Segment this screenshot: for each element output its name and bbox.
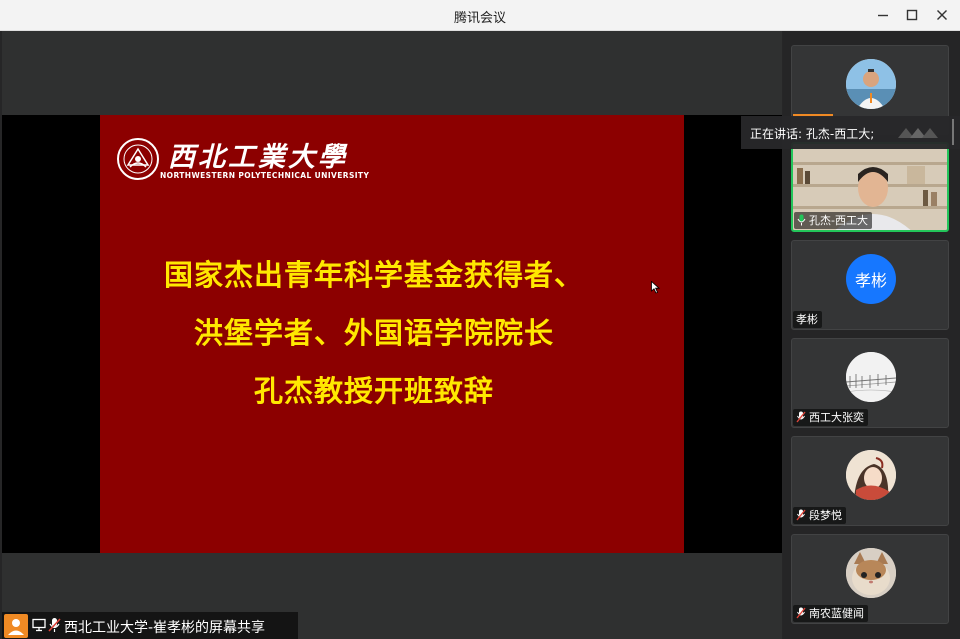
close-button[interactable] xyxy=(931,4,953,26)
mic-muted-icon xyxy=(796,607,806,619)
mic-active-icon xyxy=(797,214,806,226)
minimize-icon xyxy=(878,14,888,17)
participant-name: 西工大张奕 xyxy=(809,411,864,424)
university-name-cn: 西北工業大學 xyxy=(168,142,348,173)
participant-name: 南农蓝健闻 xyxy=(809,607,864,620)
screen-share-indicator: 西北工业大学-崔孝彬的屏幕共享 xyxy=(2,612,298,639)
participant-tile[interactable]: 西工大张奕 xyxy=(791,338,949,428)
participant-name-tag: 孔杰-西工大 xyxy=(794,212,872,229)
maximize-icon xyxy=(906,9,918,21)
university-logo-icon xyxy=(117,138,159,180)
avatar xyxy=(846,450,896,500)
maximize-button[interactable] xyxy=(901,4,923,26)
banner-divider xyxy=(952,119,954,145)
sound-wave-icon xyxy=(898,128,938,138)
participant-name-tag: 西工大张奕 xyxy=(793,409,868,426)
active-speaker-banner: 正在讲话: 孔杰-西工大; xyxy=(741,116,960,149)
avatar xyxy=(846,352,896,402)
university-name-en: NORTHWESTERN POLYTECHNICAL UNIVERSITY xyxy=(160,171,370,180)
participant-tile[interactable]: 南农蓝健闻 xyxy=(791,534,949,624)
mic-muted-icon xyxy=(796,411,806,423)
shared-screen-viewport: 西北工業大學 NORTHWESTERN POLYTECHNICAL UNIVER… xyxy=(2,115,782,553)
window-title: 腾讯会议 xyxy=(453,11,506,26)
user-icon xyxy=(4,614,28,638)
window-titlebar: 腾讯会议 xyxy=(0,0,960,31)
participant-name: 段梦悦 xyxy=(809,509,842,522)
participant-name: 孔杰-西工大 xyxy=(809,214,868,227)
avatar: 孝彬 xyxy=(846,254,896,304)
avatar-initials: 孝彬 xyxy=(854,271,887,290)
meeting-area: 西北工業大學 NORTHWESTERN POLYTECHNICAL UNIVER… xyxy=(0,31,960,639)
presentation-slide: 西北工業大學 NORTHWESTERN POLYTECHNICAL UNIVER… xyxy=(100,115,684,553)
screen-share-icon xyxy=(32,618,46,632)
active-speaker-label: 正在讲话: 孔杰-西工大; xyxy=(750,127,875,141)
close-icon xyxy=(937,10,947,20)
avatar xyxy=(846,548,896,598)
mic-muted-icon xyxy=(48,618,61,632)
shared-screen-stage[interactable]: 西北工業大學 NORTHWESTERN POLYTECHNICAL UNIVER… xyxy=(2,31,782,639)
participant-tile[interactable]: 孝彬 孝彬 xyxy=(791,240,949,330)
participant-name-tag: 南农蓝健闻 xyxy=(793,605,868,622)
screen-share-label: 西北工业大学-崔孝彬的屏幕共享 xyxy=(64,620,266,636)
participant-tile-speaking[interactable]: 孔杰-西工大 xyxy=(791,142,949,232)
slide-title-line-3: 孔杰教授开班致辞 xyxy=(253,374,494,408)
minimize-button[interactable] xyxy=(872,4,894,26)
participant-tile[interactable]: 段梦悦 xyxy=(791,436,949,526)
participant-name: 孝彬 xyxy=(796,313,818,326)
avatar xyxy=(846,59,896,109)
slide-title-line-2: 洪堡学者、外国语学院院长 xyxy=(193,316,554,350)
slide-title-line-1: 国家杰出青年科学基金获得者、 xyxy=(163,258,584,292)
participant-name-tag: 段梦悦 xyxy=(793,507,846,524)
participant-name-tag: 孝彬 xyxy=(793,311,822,328)
mic-muted-icon xyxy=(796,509,806,521)
mouse-pointer-icon xyxy=(651,281,660,294)
